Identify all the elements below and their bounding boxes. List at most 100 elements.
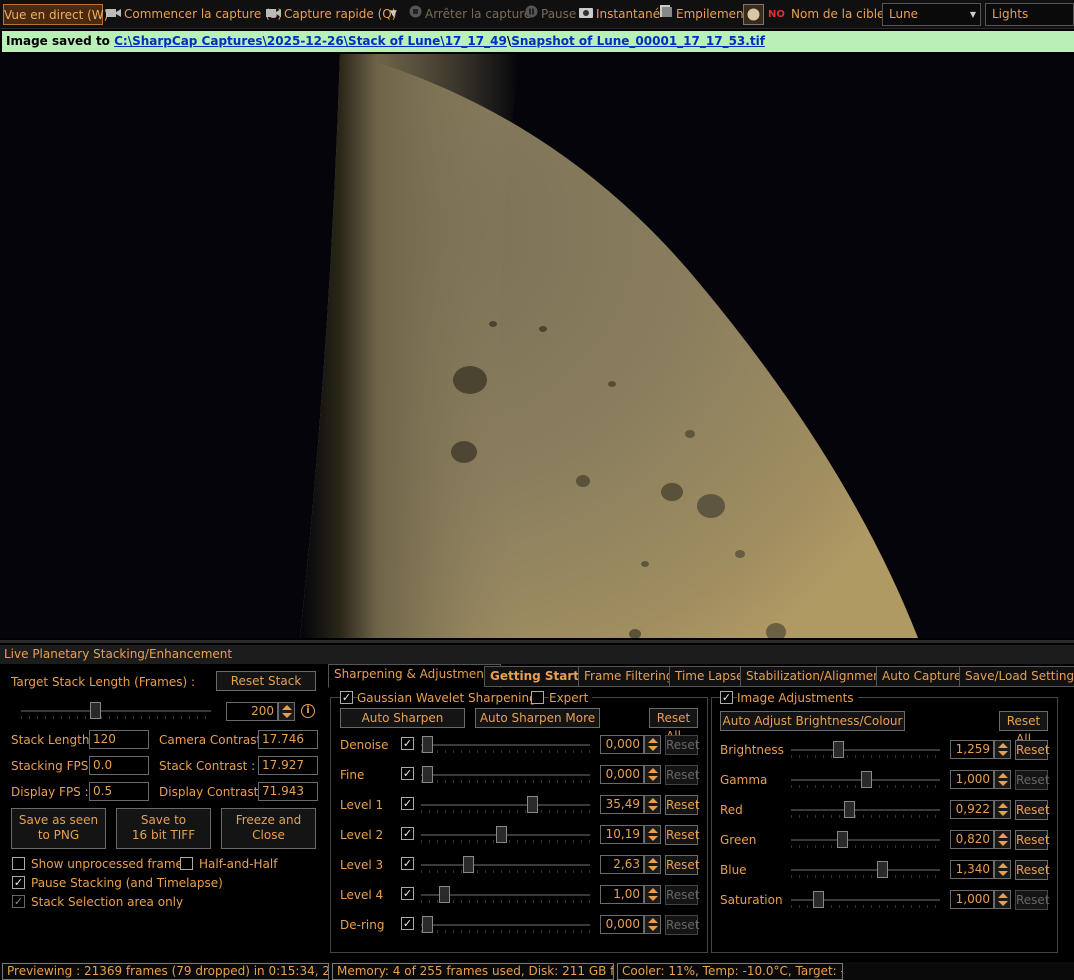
adjust-gamma-spinner[interactable] [994,770,1011,789]
sharpen-fine-spinner[interactable] [644,765,661,784]
adjust-gamma-reset-button[interactable]: Reset [1015,770,1050,790]
sharpen-level-1-value[interactable]: 35,49 [600,795,644,814]
target-stack-spinner[interactable] [278,702,295,721]
auto-sharpen-button[interactable]: Auto Sharpen [340,708,465,728]
slider-thumb[interactable] [527,796,539,813]
chevron-down-icon[interactable]: ▼ [390,4,397,25]
auto-adjust-button[interactable]: Auto Adjust Brightness/Colour [720,711,905,731]
adjust-red-value[interactable]: 0,922 [950,800,994,819]
adjust-gamma-value[interactable]: 1,000 [950,770,994,789]
sharpen-denoise-checkbox[interactable]: ✓ [401,737,414,750]
slider-thumb[interactable] [422,736,433,753]
half-and-half-checkbox[interactable] [180,857,193,870]
sharpen-level-1-checkbox[interactable]: ✓ [401,797,414,810]
slider-thumb[interactable] [89,702,101,719]
sharpen-level-2-checkbox[interactable]: ✓ [401,827,414,840]
sharpen-reset-all-button[interactable]: Reset All [649,708,698,743]
stop-capture-button[interactable]: Arrêter la capture [409,4,531,25]
slider-thumb[interactable] [837,831,849,848]
slider-thumb[interactable] [833,741,845,758]
file-link[interactable]: Snapshot of Lune_00001_17_17_53.tif [511,34,765,48]
sharpen-level-4-value[interactable]: 1,00 [600,885,644,904]
sharpen-level-2-value[interactable]: 10,19 [600,825,644,844]
sharpen-level-1-reset-button[interactable]: Reset [665,795,700,815]
adjust-red-reset-button[interactable]: Reset [1015,800,1050,820]
sharpen-level-1-spinner[interactable] [644,795,661,814]
save-tiff-button[interactable]: Save to 16 bit TIFF [116,808,211,849]
adjust-saturation-slider[interactable] [791,890,940,910]
show-unprocessed-checkbox[interactable] [12,857,25,870]
sharpen-fine-slider[interactable] [421,765,590,785]
sharpen-level-4-spinner[interactable] [644,885,661,904]
adjust-red-spinner[interactable] [994,800,1011,819]
sharpen-fine-reset-button[interactable]: Reset [665,765,700,785]
sharpen-level-3-value[interactable]: 2,63 [600,855,644,874]
adjust-green-slider[interactable] [791,830,940,850]
sharpen-level-4-checkbox[interactable]: ✓ [401,887,414,900]
tab-frame-filtering[interactable]: Frame Filtering [578,666,680,687]
adjust-blue-reset-button[interactable]: Reset [1015,860,1050,880]
sharpen-level-4-slider[interactable] [421,885,590,905]
adjust-brightness-value[interactable]: 1,259 [950,740,994,759]
slider-thumb[interactable] [876,861,888,878]
adjust-reset-all-button[interactable]: Reset All [999,711,1048,746]
slider-thumb[interactable] [439,886,451,903]
target-name-select[interactable]: Lune ▼ [882,3,981,26]
adjust-blue-spinner[interactable] [994,860,1011,879]
quick-capture-button[interactable]: Capture rapide (Q) [266,4,396,25]
adjust-green-reset-button[interactable]: Reset [1015,830,1050,850]
sharpen-level-3-spinner[interactable] [644,855,661,874]
sharpen-de-ring-reset-button[interactable]: Reset [665,915,700,935]
adjust-red-slider[interactable] [791,800,940,820]
sharpen-level-2-spinner[interactable] [644,825,661,844]
sharpen-fine-checkbox[interactable]: ✓ [401,767,414,780]
adjust-blue-slider[interactable] [791,860,940,880]
slider-thumb[interactable] [462,856,474,873]
sharpen-level-3-reset-button[interactable]: Reset [665,855,700,875]
sharpen-de-ring-slider[interactable] [421,915,590,935]
sharpen-level-2-slider[interactable] [421,825,590,845]
expert-checkbox[interactable] [531,691,544,704]
no-target-icon[interactable]: NO [768,4,785,25]
slider-thumb[interactable] [495,826,507,843]
sharpen-de-ring-checkbox[interactable]: ✓ [401,917,414,930]
image-viewer[interactable] [0,54,1074,638]
slider-thumb[interactable] [812,891,824,908]
tab-stabilization[interactable]: Stabilization/Alignment [740,666,892,687]
folder-link[interactable]: C:\SharpCap Captures\2025-12-26\Stack of… [114,34,507,48]
sharpen-denoise-reset-button[interactable]: Reset [665,735,700,755]
stacking-button[interactable]: Empilement [659,4,748,25]
wavelet-sharpening-checkbox[interactable]: ✓ [340,691,353,704]
tab-save-load[interactable]: Save/Load Settings [959,666,1074,687]
save-png-button[interactable]: Save as seen to PNG [11,808,106,849]
pause-button[interactable]: Pause [525,4,576,25]
sharpen-de-ring-value[interactable]: 0,000 [600,915,644,934]
target-stack-slider[interactable] [21,701,211,721]
live-view-button[interactable]: Vue en direct (W) [3,4,108,25]
frame-type-select[interactable]: Lights [985,3,1074,26]
info-icon[interactable]: i [301,704,315,718]
sharpen-level-4-reset-button[interactable]: Reset [665,885,700,905]
image-adjustments-checkbox[interactable]: ✓ [720,691,733,704]
start-capture-button[interactable]: Commencer la capture (S) [106,4,282,25]
slider-thumb[interactable] [422,766,433,783]
sharpen-level-3-checkbox[interactable]: ✓ [401,857,414,870]
sharpen-level-2-reset-button[interactable]: Reset [665,825,700,845]
tab-sharpening[interactable]: Sharpening & Adjustments [328,664,501,688]
adjust-brightness-reset-button[interactable]: Reset [1015,740,1050,760]
reset-stack-button[interactable]: Reset Stack [216,671,316,691]
pause-stacking-checkbox[interactable]: ✓ [12,876,25,889]
auto-sharpen-more-button[interactable]: Auto Sharpen More [475,708,600,728]
sharpen-de-ring-spinner[interactable] [644,915,661,934]
moon-icon[interactable] [743,4,764,25]
sharpen-level-3-slider[interactable] [421,855,590,875]
sharpen-level-1-slider[interactable] [421,795,590,815]
adjust-saturation-reset-button[interactable]: Reset [1015,890,1050,910]
adjust-blue-value[interactable]: 1,340 [950,860,994,879]
adjust-saturation-value[interactable]: 1,000 [950,890,994,909]
sharpen-denoise-value[interactable]: 0,000 [600,735,644,754]
slider-thumb[interactable] [422,916,433,933]
sharpen-fine-value[interactable]: 0,000 [600,765,644,784]
slider-thumb[interactable] [860,771,872,788]
sharpen-denoise-spinner[interactable] [644,735,661,754]
